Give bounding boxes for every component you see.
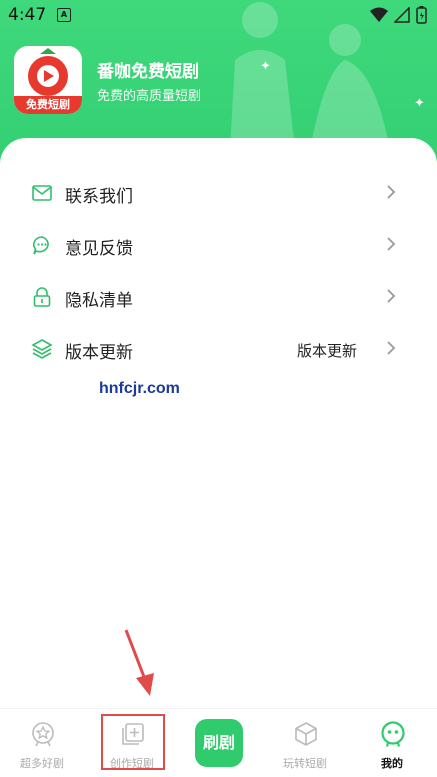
menu-label: 隐私清单: [65, 291, 133, 311]
menu-label: 意见反馈: [65, 239, 133, 259]
tab-explore-dramas[interactable]: 玩转短剧: [265, 709, 345, 777]
version-value: 版本更新: [296, 342, 357, 360]
app-logo-text: 免费短剧: [14, 96, 82, 114]
chat-bubble-icon: [33, 236, 49, 255]
battery-icon: [416, 6, 427, 24]
notification-a-icon: A: [57, 8, 71, 22]
tab-label: 玩转短剧: [283, 757, 327, 770]
sparkle-icon: ✦: [260, 59, 271, 74]
status-bar: 4:47 A: [0, 0, 437, 30]
menu-item-version-update[interactable]: 版本更新 版本更新: [0, 324, 437, 372]
chevron-right-icon: [387, 185, 396, 199]
menu-label: 联系我们: [65, 187, 133, 207]
signal-icon: [394, 7, 410, 23]
chevron-right-icon: [387, 237, 396, 251]
watermark-text: hnfcjr.com: [99, 380, 180, 397]
profile-face-icon: [381, 721, 405, 747]
lock-icon: [33, 287, 51, 307]
app-logo: 免费短剧: [14, 46, 82, 114]
cube-icon: [295, 722, 317, 746]
wifi-icon: [370, 7, 388, 22]
sparkle-icon: ✦: [414, 96, 425, 111]
menu-item-privacy-list[interactable]: 隐私清单: [0, 272, 437, 320]
tab-label: 超多好剧: [20, 757, 64, 770]
highlight-box: [101, 714, 165, 770]
tab-watch-dramas[interactable]: 刷剧: [195, 719, 243, 767]
settings-card: 联系我们 意见反馈 隐私清单 版本更新 版本更新 hnfcjr.com: [0, 138, 437, 708]
tab-profile[interactable]: 我的: [352, 709, 432, 777]
menu-item-feedback[interactable]: 意见反馈: [0, 220, 437, 268]
tab-label: 我的: [381, 757, 403, 770]
star-badge-icon: [32, 722, 54, 747]
app-name: 番咖免费短剧: [97, 62, 199, 82]
layers-icon: [31, 339, 53, 359]
app-subtitle: 免费的高质量短剧: [97, 89, 202, 104]
annotation-arrow-icon: [124, 629, 154, 696]
chevron-right-icon: [387, 289, 396, 303]
tomato-play-icon: [28, 48, 68, 96]
mail-icon: [32, 185, 52, 201]
bottom-tab-bar: 超多好剧 创作短剧 刷剧 玩转短剧 我的: [0, 708, 437, 777]
chevron-right-icon: [387, 341, 396, 355]
tab-popular-dramas[interactable]: 超多好剧: [2, 709, 82, 777]
menu-label: 版本更新: [65, 343, 133, 363]
status-time: 4:47: [8, 5, 47, 25]
menu-item-contact[interactable]: 联系我们: [0, 168, 437, 216]
